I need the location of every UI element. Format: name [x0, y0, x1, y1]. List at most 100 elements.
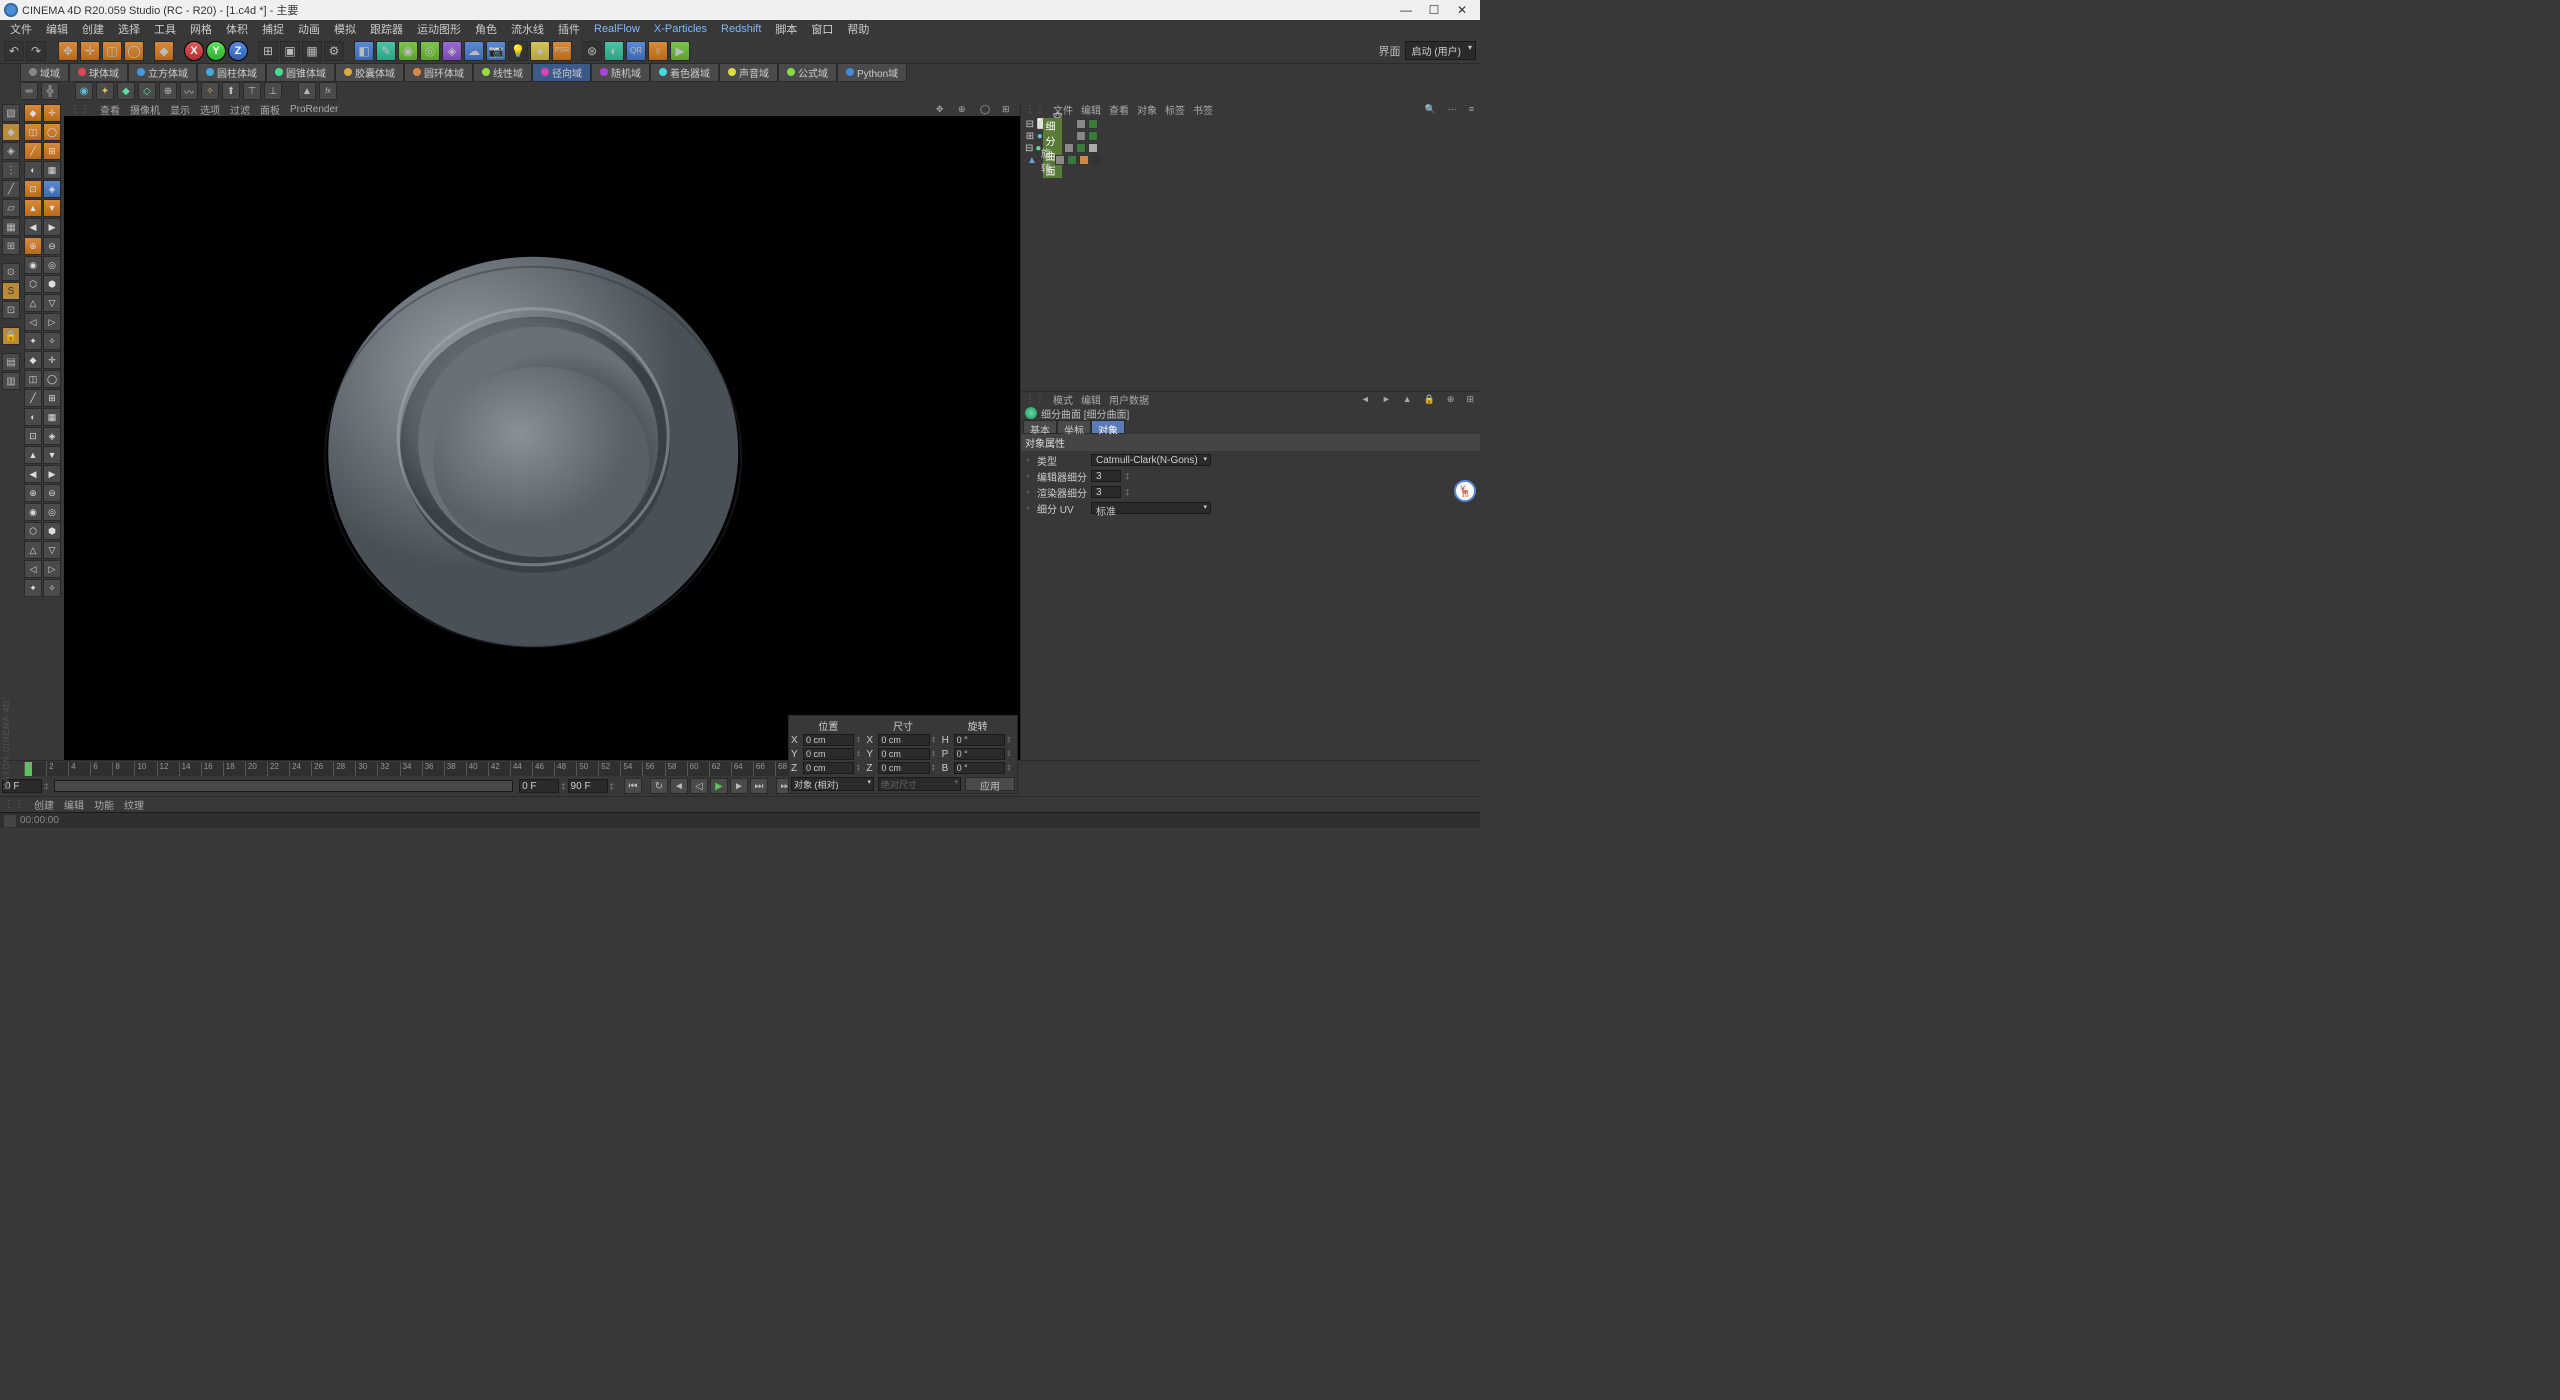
quantize-toggle[interactable]: ⊡: [2, 301, 20, 319]
modeling-tool-11-0[interactable]: ◁: [24, 313, 42, 331]
viewport-menu-ProRender[interactable]: ProRender: [290, 104, 338, 115]
modeling-tool-1-0[interactable]: ◫: [24, 123, 42, 141]
next-key-button[interactable]: ►: [730, 778, 748, 794]
modeling-tool-24-0[interactable]: ◁: [24, 560, 42, 578]
goto-start-button[interactable]: ⏮: [624, 778, 642, 794]
tool-icon[interactable]: 〰: [180, 82, 198, 100]
modeling-tool-3-0[interactable]: ◐: [24, 161, 42, 179]
palette-公式域[interactable]: 公式域: [778, 63, 837, 82]
menu-工具[interactable]: 工具: [148, 19, 182, 39]
attr-field-类型[interactable]: Catmull-Clark(N-Gons)▾: [1091, 454, 1211, 466]
viewport-menu-摄像机[interactable]: 摄像机: [130, 102, 160, 117]
material-menu-编辑[interactable]: 编辑: [64, 797, 84, 812]
tool-icon[interactable]: ◉: [75, 82, 93, 100]
modeling-tool-12-1[interactable]: ✧: [43, 332, 61, 350]
tag-button[interactable]: ●: [530, 41, 550, 61]
object-tree[interactable]: ⊟⬜空白⊞●容器⊟●细分曲面▲旋转: [1021, 116, 1480, 391]
modeling-tool-23-0[interactable]: △: [24, 541, 42, 559]
render-settings-button[interactable]: ⚙: [324, 41, 344, 61]
modeling-tool-7-0[interactable]: ⊕: [24, 237, 42, 255]
mograph-button[interactable]: ⊛: [582, 41, 602, 61]
palette-球体域[interactable]: 球体域: [69, 63, 128, 82]
modeling-tool-4-1[interactable]: ◈: [43, 180, 61, 198]
menu-Redshift[interactable]: Redshift: [715, 21, 767, 37]
axis-y-toggle[interactable]: Y: [206, 41, 226, 61]
modeling-tool-21-1[interactable]: ◎: [43, 503, 61, 521]
modeling-tool-13-1[interactable]: ✛: [43, 351, 61, 369]
menu-捕捉[interactable]: 捕捉: [256, 19, 290, 39]
coord-size-Z[interactable]: 0 cm: [878, 762, 929, 774]
menu-脚本[interactable]: 脚本: [769, 19, 803, 39]
coord-apply-button[interactable]: 应用: [965, 777, 1015, 791]
modeling-tool-20-1[interactable]: ⊖: [43, 484, 61, 502]
tool-icon[interactable]: ⊥: [264, 82, 282, 100]
object-row[interactable]: ⊟●细分曲面: [1023, 142, 1478, 154]
coord-system-button[interactable]: ⊞: [258, 41, 278, 61]
maximize-button[interactable]: ☐: [1420, 1, 1448, 19]
scale-tool[interactable]: ◫: [102, 41, 122, 61]
palette-圆柱体域[interactable]: 圆柱体域: [197, 63, 266, 82]
modeling-tool-4-0[interactable]: ⊡: [24, 180, 42, 198]
modeling-tool-6-0[interactable]: ◀: [24, 218, 42, 236]
qr-button[interactable]: QR: [626, 41, 646, 61]
coord-size-Y[interactable]: 0 cm: [878, 748, 929, 760]
modeling-tool-11-1[interactable]: ▷: [43, 313, 61, 331]
attr-tab-基本[interactable]: 基本: [1023, 420, 1057, 434]
select-tool[interactable]: ✥: [58, 41, 78, 61]
modeling-tool-10-0[interactable]: △: [24, 294, 42, 312]
object-row[interactable]: ⊟⬜空白: [1023, 118, 1478, 130]
coord-pos-Y[interactable]: 0 cm: [803, 748, 854, 760]
tool-icon[interactable]: fx: [319, 82, 337, 100]
modeling-tool-23-1[interactable]: ▽: [43, 541, 61, 559]
menu-跟踪器[interactable]: 跟踪器: [364, 19, 409, 39]
undo-button[interactable]: ↶: [4, 41, 24, 61]
object-mode[interactable]: ◆: [2, 123, 20, 141]
play-back-button[interactable]: ◁: [690, 778, 708, 794]
menu-文件[interactable]: 文件: [4, 19, 38, 39]
om-menu-书签[interactable]: 书签: [1193, 102, 1213, 117]
object-row[interactable]: ▲旋转: [1023, 154, 1478, 166]
modeling-tool-5-1[interactable]: ▼: [43, 199, 61, 217]
current-frame-field[interactable]: [519, 779, 559, 793]
snap-settings[interactable]: S: [2, 282, 20, 300]
snap-toggle[interactable]: ⊙: [2, 263, 20, 281]
loop-button[interactable]: ↻: [650, 778, 668, 794]
coord-pos-X[interactable]: 0 cm: [803, 734, 854, 746]
menu-体积[interactable]: 体积: [220, 19, 254, 39]
menu-帮助[interactable]: 帮助: [841, 19, 875, 39]
texture-mode[interactable]: ▦: [2, 218, 20, 236]
modeling-tool-16-0[interactable]: ◐: [24, 408, 42, 426]
modeling-tool-8-0[interactable]: ◉: [24, 256, 42, 274]
axis-x-toggle[interactable]: X: [184, 41, 204, 61]
menu-模拟[interactable]: 模拟: [328, 19, 362, 39]
modeling-tool-20-0[interactable]: ⊕: [24, 484, 42, 502]
camera-button[interactable]: 📷: [486, 41, 506, 61]
modeling-tool-0-1[interactable]: ✛: [43, 104, 61, 122]
tool-icon[interactable]: ⊤: [243, 82, 261, 100]
point-mode[interactable]: ⋮: [2, 161, 20, 179]
am-menu-用户数据[interactable]: 用户数据: [1109, 392, 1149, 407]
workplane-mode[interactable]: ⊞: [2, 237, 20, 255]
coord-rot-X[interactable]: 0 °: [954, 734, 1005, 746]
tool-icon[interactable]: ╬: [41, 82, 59, 100]
menu-icon[interactable]: ⊞: [1464, 394, 1476, 405]
effector-button[interactable]: ◐: [604, 41, 624, 61]
nav-up-icon[interactable]: ▲: [1401, 394, 1414, 404]
menu-X-Particles[interactable]: X-Particles: [648, 21, 713, 37]
material-menu-功能[interactable]: 功能: [94, 797, 114, 812]
coord-size-X[interactable]: 0 cm: [878, 734, 929, 746]
modeling-tool-17-0[interactable]: ⊡: [24, 427, 42, 445]
environment-button[interactable]: ☁: [464, 41, 484, 61]
am-menu-编辑[interactable]: 编辑: [1081, 392, 1101, 407]
modeling-tool-15-1[interactable]: ⊞: [43, 389, 61, 407]
deformer-button[interactable]: ◈: [442, 41, 462, 61]
viewport-maximize-icon[interactable]: ⊞: [1002, 104, 1014, 114]
modeling-tool-19-0[interactable]: ◀: [24, 465, 42, 483]
light-button[interactable]: 💡: [508, 41, 528, 61]
modeling-tool-15-0[interactable]: ╱: [24, 389, 42, 407]
viewport-menu-面板[interactable]: 面板: [260, 102, 280, 117]
move-tool[interactable]: ✛: [80, 41, 100, 61]
render-view-button[interactable]: ▣: [280, 41, 300, 61]
timeline-range-slider[interactable]: [54, 780, 513, 792]
motion-button[interactable]: ▶: [670, 41, 690, 61]
